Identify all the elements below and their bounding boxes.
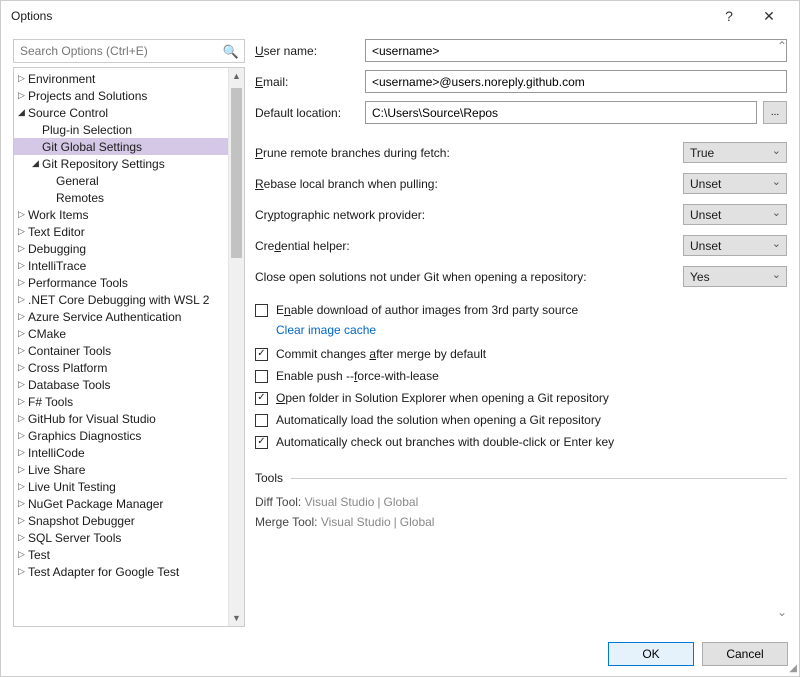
commit-label: Commit changes after merge by default: [276, 347, 486, 361]
autocheckout-label: Automatically check out branches with do…: [276, 435, 614, 449]
tree-text-editor[interactable]: ▷Text Editor: [14, 223, 228, 240]
scroll-down-icon[interactable]: ▼: [229, 610, 244, 626]
tree-fsharp[interactable]: ▷F# Tools: [14, 393, 228, 410]
tree-environment[interactable]: ▷Environment: [14, 70, 228, 87]
tree-cmake[interactable]: ▷CMake: [14, 325, 228, 342]
force-checkbox[interactable]: [255, 370, 268, 383]
tree-graphics[interactable]: ▷Graphics Diagnostics: [14, 427, 228, 444]
cred-combo[interactable]: Unset: [683, 235, 787, 256]
merge-vs-link[interactable]: Visual Studio: [321, 515, 391, 529]
scroll-thumb[interactable]: [231, 88, 242, 258]
tree-container[interactable]: ▷Container Tools: [14, 342, 228, 359]
tree-nuget[interactable]: ▷NuGet Package Manager: [14, 495, 228, 512]
tree-git-repo[interactable]: ◢Git Repository Settings: [14, 155, 228, 172]
settings-panel: ⌃ User name: Email: Default location: ..…: [255, 39, 787, 627]
email-label: Email:: [255, 75, 365, 89]
autocheckout-checkbox[interactable]: [255, 436, 268, 449]
panel-scroll-down-icon[interactable]: ⌄: [777, 605, 787, 619]
cred-label: Credential helper:: [255, 239, 683, 253]
tree-github[interactable]: ▷GitHub for Visual Studio: [14, 410, 228, 427]
tree-remotes[interactable]: ▷Remotes: [14, 189, 228, 206]
divider: [291, 478, 787, 479]
search-icon: 🔍: [223, 44, 239, 60]
tree-liveshare[interactable]: ▷Live Share: [14, 461, 228, 478]
prune-label: Prune remote branches during fetch:: [255, 146, 683, 160]
dialog-footer: OK Cancel ◢: [0, 631, 800, 677]
commit-checkbox[interactable]: [255, 348, 268, 361]
tree-perf-tools[interactable]: ▷Performance Tools: [14, 274, 228, 291]
tree-testadapter[interactable]: ▷Test Adapter for Google Test: [14, 563, 228, 580]
tree-database[interactable]: ▷Database Tools: [14, 376, 228, 393]
tree-projects[interactable]: ▷Projects and Solutions: [14, 87, 228, 104]
search-input-wrap[interactable]: 🔍: [13, 39, 245, 63]
tree-sql[interactable]: ▷SQL Server Tools: [14, 529, 228, 546]
ok-button[interactable]: OK: [608, 642, 694, 666]
tree-cross[interactable]: ▷Cross Platform: [14, 359, 228, 376]
tree-azure[interactable]: ▷Azure Service Authentication: [14, 308, 228, 325]
tree-plugin[interactable]: ▷Plug-in Selection: [14, 121, 228, 138]
title-bar: Options ? ✕: [1, 1, 799, 31]
close-combo[interactable]: Yes: [683, 266, 787, 287]
clear-cache-link[interactable]: Clear image cache: [276, 323, 787, 337]
help-icon[interactable]: ?: [709, 8, 749, 24]
tree-intellitrace[interactable]: ▷IntelliTrace: [14, 257, 228, 274]
tree-general[interactable]: ▷General: [14, 172, 228, 189]
crypto-label: Cryptographic network provider:: [255, 208, 683, 222]
tools-header: Tools: [255, 471, 283, 485]
tree-intellicode[interactable]: ▷IntelliCode: [14, 444, 228, 461]
openfolder-label: Open folder in Solution Explorer when op…: [276, 391, 609, 405]
diff-global-link[interactable]: Global: [384, 495, 419, 509]
scroll-up-icon[interactable]: ▲: [229, 68, 244, 84]
prune-combo[interactable]: True: [683, 142, 787, 163]
tree-netcore[interactable]: ▷.NET Core Debugging with WSL 2: [14, 291, 228, 308]
merge-tool-row: Merge Tool: Visual Studio|Global: [255, 515, 787, 529]
diff-vs-link[interactable]: Visual Studio: [305, 495, 375, 509]
close-icon[interactable]: ✕: [749, 8, 789, 25]
browse-button[interactable]: ...: [763, 101, 787, 124]
window-title: Options: [11, 9, 709, 23]
username-input[interactable]: [365, 39, 787, 62]
search-input[interactable]: [14, 44, 244, 58]
username-label: User name:: [255, 44, 365, 58]
close-label: Close open solutions not under Git when …: [255, 270, 683, 284]
tree-test[interactable]: ▷Test: [14, 546, 228, 563]
openfolder-checkbox[interactable]: [255, 392, 268, 405]
tree-git-global[interactable]: ▷Git Global Settings: [14, 138, 228, 155]
tree-liveunit[interactable]: ▷Live Unit Testing: [14, 478, 228, 495]
email-input[interactable]: [365, 70, 787, 93]
force-label: Enable push --force-with-lease: [276, 369, 439, 383]
rebase-label: Rebase local branch when pulling:: [255, 177, 683, 191]
tree-debugging[interactable]: ▷Debugging: [14, 240, 228, 257]
download-checkbox[interactable]: [255, 304, 268, 317]
tree-work-items[interactable]: ▷Work Items: [14, 206, 228, 223]
autoload-label: Automatically load the solution when ope…: [276, 413, 601, 427]
options-tree[interactable]: ▷Environment ▷Projects and Solutions ◢So…: [14, 68, 228, 626]
rebase-combo[interactable]: Unset: [683, 173, 787, 194]
cancel-button[interactable]: Cancel: [702, 642, 788, 666]
diff-tool-row: Diff Tool: Visual Studio|Global: [255, 495, 787, 509]
autoload-checkbox[interactable]: [255, 414, 268, 427]
tree-snapshot[interactable]: ▷Snapshot Debugger: [14, 512, 228, 529]
location-input[interactable]: [365, 101, 757, 124]
tree-scrollbar[interactable]: ▲ ▼: [228, 68, 244, 626]
download-label: Enable download of author images from 3r…: [276, 303, 578, 317]
panel-scroll-up-icon[interactable]: ⌃: [777, 39, 787, 53]
resize-grip-icon[interactable]: ◢: [789, 663, 797, 674]
tree-source-control[interactable]: ◢Source Control: [14, 104, 228, 121]
crypto-combo[interactable]: Unset: [683, 204, 787, 225]
merge-global-link[interactable]: Global: [400, 515, 435, 529]
location-label: Default location:: [255, 106, 365, 120]
